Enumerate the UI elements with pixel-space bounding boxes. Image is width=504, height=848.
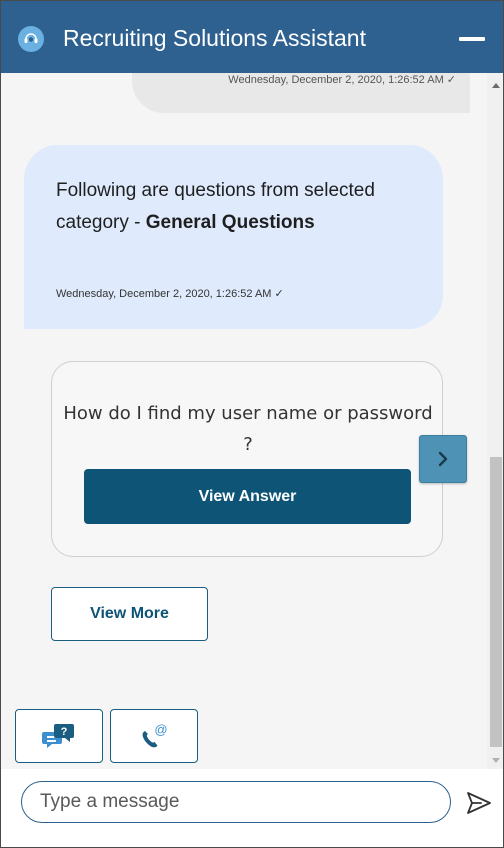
bot-message-timestamp: Wednesday, December 2, 2020, 1:26:52 AM …: [56, 288, 284, 300]
chat-window: Recruiting Solutions Assistant Wednesday…: [0, 0, 504, 848]
chat-header: Recruiting Solutions Assistant: [1, 1, 503, 73]
conversation-area[interactable]: Wednesday, December 2, 2020, 1:26:52 AM …: [1, 73, 487, 769]
faq-card: How do I find my user name or password ?…: [51, 361, 443, 557]
chat-footer: [1, 769, 503, 847]
contact-quick-action-button[interactable]: @: [110, 709, 198, 763]
phone-email-icon: @: [142, 722, 168, 748]
message-input[interactable]: [21, 781, 451, 823]
bot-message-bubble: Following are questions from selected ca…: [24, 145, 443, 329]
user-message-timestamp: Wednesday, December 2, 2020, 1:26:52 AM …: [228, 74, 456, 86]
faq-quick-action-button[interactable]: ?: [15, 709, 103, 763]
minimize-icon[interactable]: [459, 37, 485, 41]
svg-text:?: ?: [61, 726, 68, 738]
faq-chat-icon: ?: [42, 724, 74, 748]
scrollbar-thumb[interactable]: [490, 457, 502, 747]
view-answer-button[interactable]: View Answer: [84, 469, 411, 524]
scroll-down-arrow-icon[interactable]: [492, 758, 500, 763]
view-more-button[interactable]: View More: [51, 587, 208, 641]
headset-icon: [18, 26, 44, 52]
bot-message-category: General Questions: [145, 212, 315, 233]
svg-text:@: @: [154, 722, 167, 737]
chevron-right-icon: [438, 451, 448, 467]
carousel-next-button[interactable]: [419, 435, 467, 483]
user-message-bubble: Wednesday, December 2, 2020, 1:26:52 AM …: [132, 73, 470, 113]
faq-question: How do I find my user name or password ?: [63, 403, 433, 455]
chat-title: Recruiting Solutions Assistant: [63, 25, 366, 51]
bot-message-text: Following are questions from selected ca…: [56, 175, 386, 239]
scroll-up-arrow-icon[interactable]: [492, 83, 500, 88]
conversation-scrollbar[interactable]: [487, 73, 503, 769]
send-icon[interactable]: [465, 789, 493, 817]
